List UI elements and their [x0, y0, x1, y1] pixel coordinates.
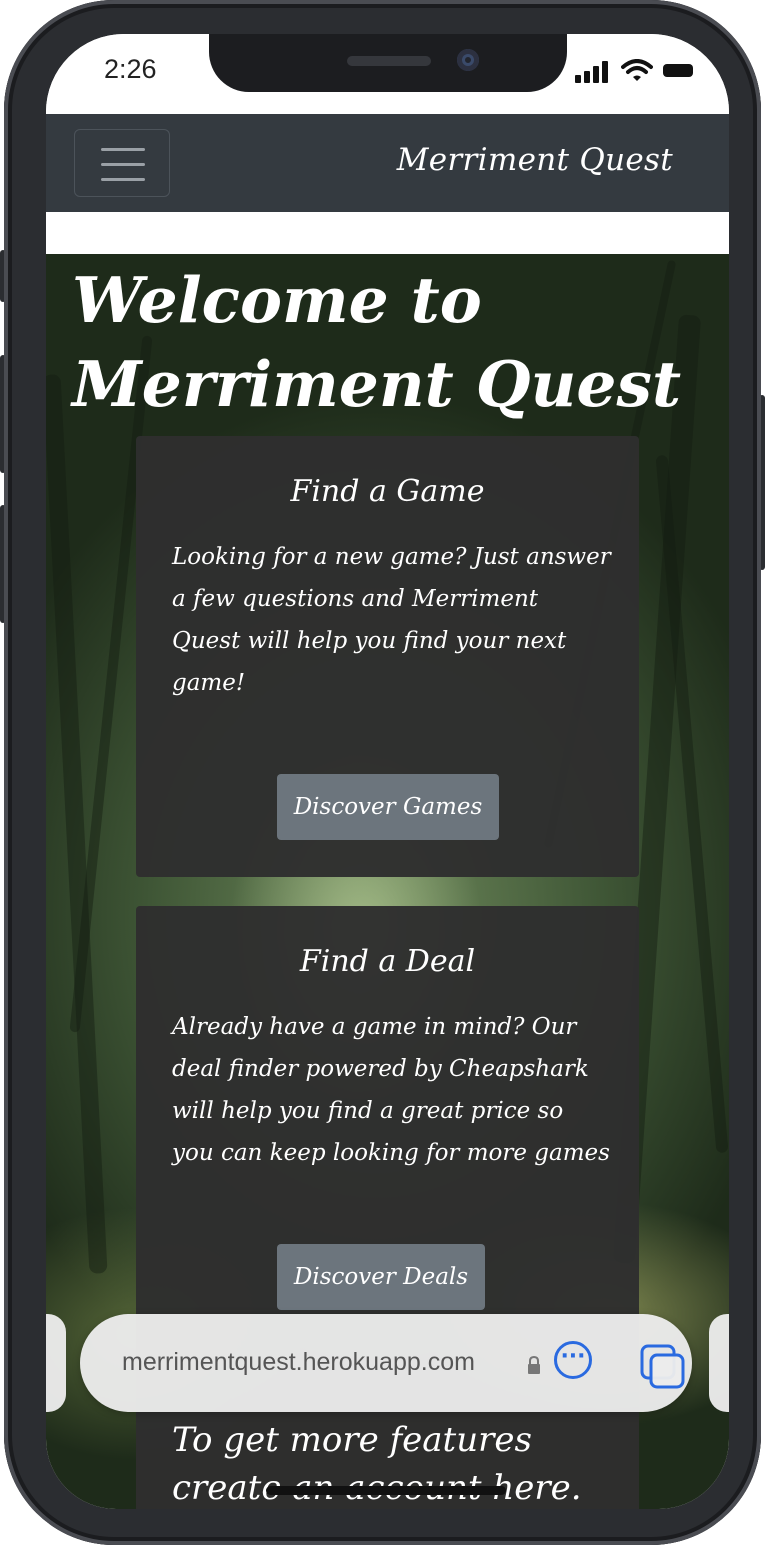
- previous-tab-edge[interactable]: [46, 1314, 66, 1412]
- discover-games-button[interactable]: Discover Games: [277, 774, 499, 840]
- status-icons: [575, 59, 695, 83]
- card-text: Looking for a new game? Just answer a fe…: [172, 544, 611, 696]
- menu-toggle-button[interactable]: [74, 129, 170, 197]
- speaker: [347, 56, 431, 66]
- battery-icon: [663, 64, 693, 77]
- discover-deals-button[interactable]: Discover Deals: [277, 1244, 485, 1310]
- home-indicator[interactable]: [266, 1486, 506, 1495]
- find-game-card: Find a Game Looking for a new game? Just…: [136, 436, 639, 877]
- hamburger-icon: [101, 148, 145, 151]
- card-text: Already have a game in mind? Our deal fi…: [172, 1014, 610, 1166]
- notch: [209, 34, 567, 92]
- phone-screen: 2:26 Merriment Quest Welcome to Merrimen…: [46, 34, 729, 1509]
- status-time: 2:26: [104, 54, 157, 84]
- navbar: Merriment Quest: [46, 114, 729, 212]
- camera: [457, 49, 479, 71]
- status-bar: 2:26: [46, 34, 729, 114]
- lock-icon: [528, 1356, 540, 1374]
- next-tab-edge[interactable]: [709, 1314, 729, 1412]
- more-icon[interactable]: ···: [554, 1341, 592, 1379]
- url-text[interactable]: merrimentquest.herokuapp.com: [122, 1348, 475, 1377]
- card-title: Find a Game: [290, 474, 485, 509]
- wifi-icon: [621, 59, 653, 81]
- create-account-link[interactable]: To get more features create an account h…: [172, 1416, 612, 1509]
- card-title: Find a Deal: [299, 944, 476, 979]
- address-bar[interactable]: merrimentquest.herokuapp.com ···: [80, 1314, 692, 1412]
- tabs-icon[interactable]: [640, 1344, 686, 1390]
- page-title: Welcome to Merriment Quest: [72, 263, 682, 421]
- phone-frame: 2:26 Merriment Quest Welcome to Merrimen…: [4, 0, 761, 1545]
- navbar-brand[interactable]: Merriment Quest: [397, 142, 673, 178]
